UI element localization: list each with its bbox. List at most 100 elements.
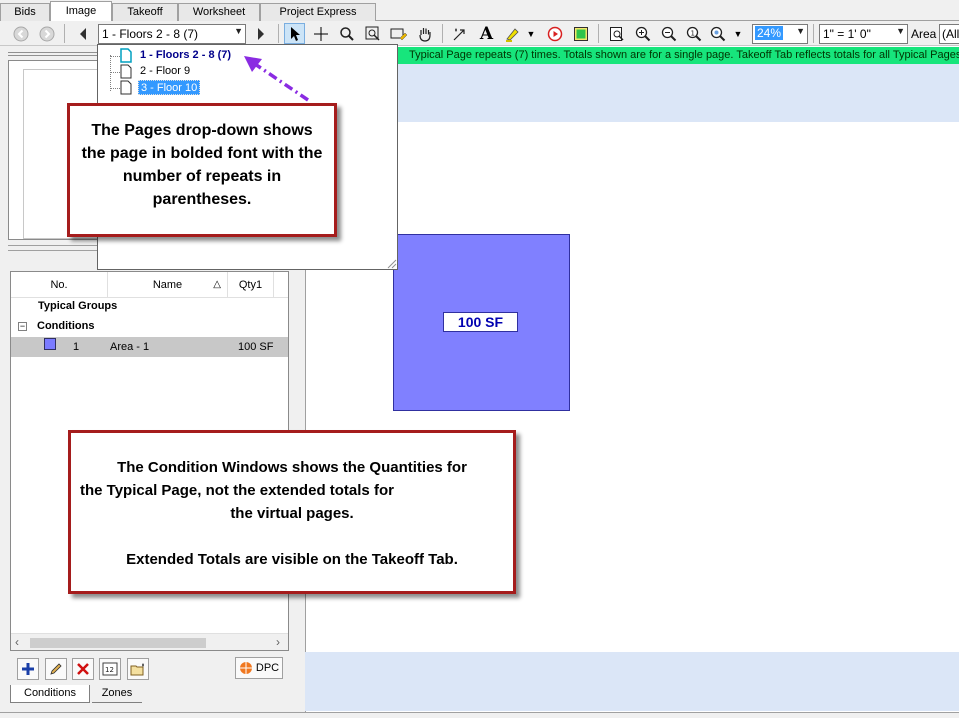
tab-project-express[interactable]: Project Express (260, 3, 376, 21)
tab-label: Image (65, 5, 97, 17)
horizontal-scrollbar[interactable]: ‹ › (11, 633, 288, 650)
collapse-minus-icon[interactable]: − (18, 322, 27, 331)
resize-grip-icon[interactable] (386, 258, 397, 269)
scroll-left-icon[interactable]: ‹ (15, 635, 19, 649)
page-item-floors-2-8[interactable]: 1 - Floors 2 - 8 (7) (138, 48, 233, 63)
marker-tool-button[interactable] (501, 23, 522, 44)
dpc-globe-icon (239, 662, 252, 674)
svg-text:1: 1 (690, 29, 694, 37)
forward-circle-icon (39, 26, 54, 41)
chevron-down-icon: ▼ (796, 26, 805, 36)
page-margin-top (305, 64, 959, 122)
page-margin-bottom (305, 652, 959, 711)
next-page-button[interactable] (250, 23, 271, 44)
zoom-window-button[interactable] (362, 23, 383, 44)
measure-tool-button[interactable] (450, 23, 471, 44)
group-row-conditions[interactable]: − Conditions (11, 318, 288, 338)
callout-text: the virtual pages. (230, 505, 354, 522)
text-a-icon: A (479, 23, 494, 44)
callout-text: the Typical Page, not the extended total… (80, 482, 394, 499)
zoom-tool-button[interactable] (336, 23, 357, 44)
tab-label: Bids (14, 6, 36, 18)
folder-star-icon (130, 663, 144, 676)
page-item-floor-10[interactable]: 3 - Floor 10 (138, 80, 201, 95)
dpc-label: DPC (255, 662, 280, 674)
zoom-fit-button[interactable] (606, 23, 627, 44)
column-header-qty1[interactable]: Qty1 (228, 272, 274, 297)
area-quantity-label[interactable]: 100 SF (443, 312, 518, 332)
scrollbar-thumb[interactable] (30, 638, 206, 648)
forward-button[interactable] (36, 23, 57, 44)
column-header-name[interactable]: Name △ (108, 272, 228, 297)
callout-text: Extended Totals are visible on the Takeo… (126, 551, 458, 568)
zoom-level-select[interactable]: 24% ▼ (752, 24, 808, 44)
crosshair-icon (313, 26, 328, 41)
column-header-label: No. (50, 278, 68, 291)
column-header-no[interactable]: No. (11, 272, 108, 297)
column-header-label: Qty1 (238, 278, 263, 291)
zoom-previous-button[interactable] (707, 23, 728, 44)
table-row[interactable]: 1 Area - 1 100 SF (11, 337, 288, 357)
pencil-icon (50, 663, 62, 675)
zoom-actual-button[interactable]: 1 (683, 23, 704, 44)
callout-arrow-icon (244, 56, 309, 102)
page-item-floor-9[interactable]: 2 - Floor 9 (138, 64, 192, 79)
tab-image[interactable]: Image (50, 1, 112, 22)
delete-condition-button[interactable] (72, 658, 94, 680)
scale-value: 1" = 1' 0" (823, 27, 871, 41)
area-select[interactable]: (All (939, 24, 959, 44)
left-pane-tabs: Conditions Zones (10, 685, 305, 705)
row-number: 1 (73, 341, 80, 353)
add-condition-button[interactable] (17, 658, 39, 680)
tab-conditions[interactable]: Conditions (10, 685, 90, 703)
zoom-window-icon (365, 26, 380, 41)
text-tool-button[interactable]: A (476, 23, 497, 44)
marker-options-button[interactable]: ▼ (524, 23, 538, 44)
zoom-actual-icon: 1 (686, 26, 701, 41)
record-button[interactable] (544, 23, 565, 44)
play-circle-icon (547, 26, 562, 41)
tab-bids[interactable]: Bids (0, 3, 50, 21)
prev-page-button[interactable] (72, 23, 93, 44)
page-select[interactable]: 1 - Floors 2 - 8 (7) ▼ (98, 24, 246, 44)
info-bar-text: Typical Page repeats (7) times. Totals s… (409, 49, 959, 61)
zoom-out-button[interactable] (658, 23, 679, 44)
scale-select[interactable]: 1" = 1' 0" ▼ (819, 24, 908, 44)
condition-color-swatch (44, 338, 56, 350)
page-select-value: 1 - Floors 2 - 8 (7) (102, 27, 199, 41)
pan-tool-button[interactable] (414, 23, 435, 44)
callout-text: The Pages drop-down shows the page in bo… (81, 122, 323, 208)
tab-label: Worksheet (192, 6, 246, 18)
group-label: Conditions (37, 320, 95, 332)
edit-condition-button[interactable] (45, 658, 67, 680)
triangle-right-icon (257, 27, 264, 40)
tab-zones[interactable]: Zones (92, 685, 142, 703)
new-folder-button[interactable] (127, 658, 149, 680)
highlight-tool-button[interactable] (388, 23, 409, 44)
scroll-right-icon[interactable]: › (276, 635, 280, 649)
dpc-button[interactable]: DPC (235, 657, 283, 679)
toolbar-separator (598, 24, 599, 43)
note-button[interactable] (570, 23, 591, 44)
toolbar-separator (813, 24, 814, 43)
zoom-options-button[interactable]: ▼ (731, 23, 745, 44)
pages-dropdown-callout: The Pages drop-down shows the page in bo… (67, 103, 337, 237)
conditions-window-callout: The Condition Windows shows the Quantiti… (68, 430, 516, 594)
pointer-arrow-icon (290, 26, 300, 41)
area-label: Area (911, 27, 937, 41)
page-item-label: 3 - Floor 10 (141, 82, 198, 94)
crosshair-tool-button[interactable] (310, 23, 331, 44)
back-button[interactable] (10, 23, 31, 44)
select-tool-button[interactable] (284, 23, 305, 44)
chevron-down-icon: ▼ (733, 28, 743, 39)
callout-text: The Condition Windows shows the Quantiti… (117, 459, 467, 476)
zoom-previous-icon (710, 26, 725, 41)
tab-worksheet[interactable]: Worksheet (178, 3, 260, 21)
page-item-label: 1 - Floors 2 - 8 (7) (140, 49, 232, 61)
plus-icon (22, 663, 34, 675)
tab-takeoff[interactable]: Takeoff (112, 3, 178, 21)
zoom-in-button[interactable] (632, 23, 653, 44)
renumber-button[interactable]: 12 (99, 658, 121, 680)
group-row-typical-groups[interactable]: Typical Groups (11, 298, 288, 318)
sparkle-arrow-icon (453, 27, 465, 40)
